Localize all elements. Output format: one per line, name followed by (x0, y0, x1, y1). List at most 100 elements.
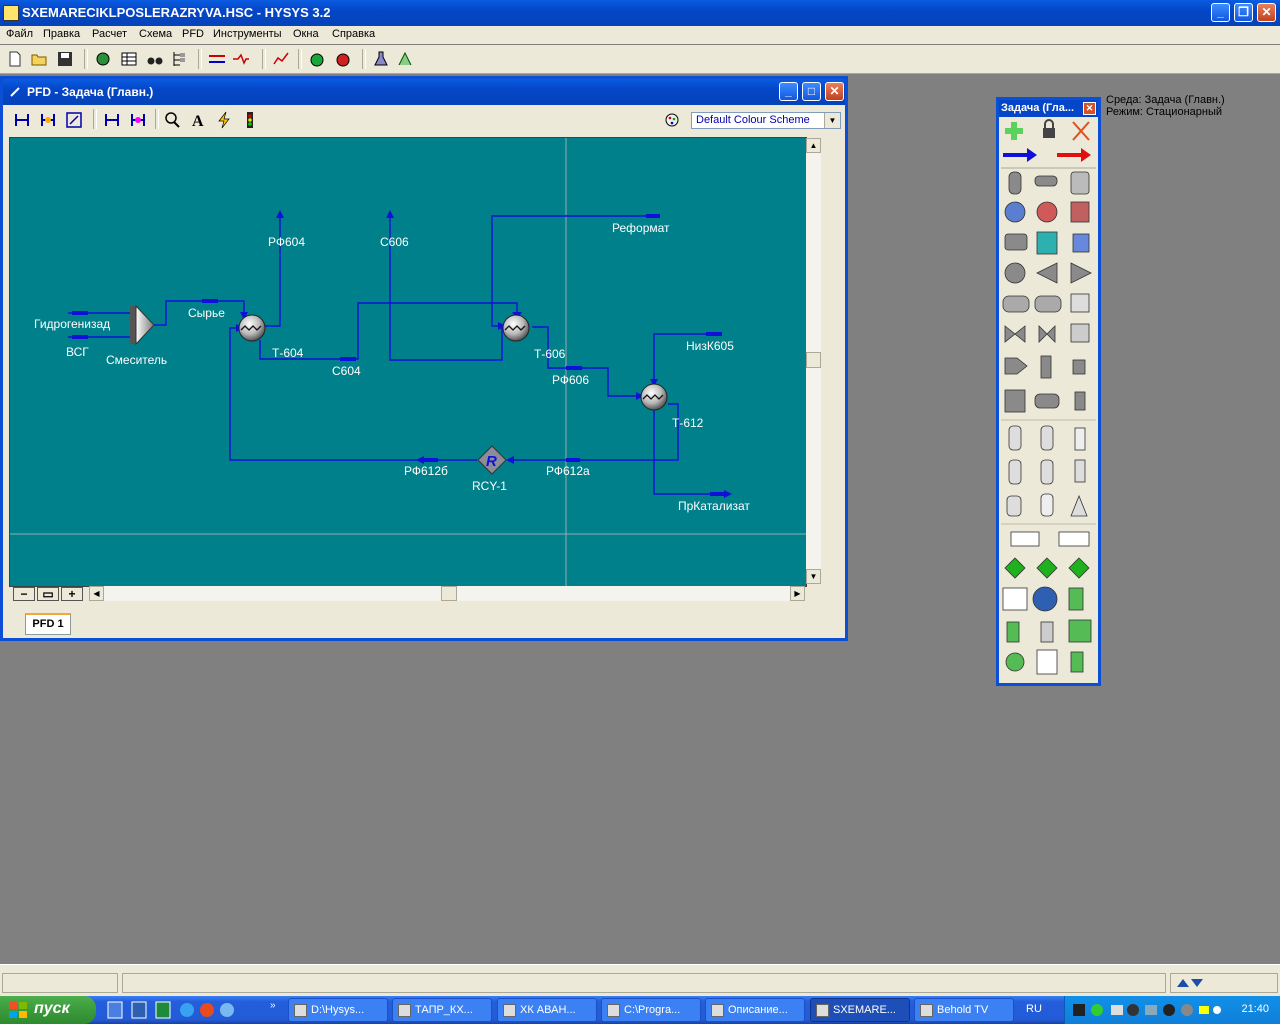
menu-flowsheet[interactable]: Схема (139, 28, 172, 40)
label-gidrogenizad[interactable]: Гидрогенизад (34, 317, 110, 331)
browser-icon[interactable] (220, 1003, 234, 1017)
label-rf604[interactable]: РФ604 (268, 235, 305, 249)
taskbar-item-tapr[interactable]: ТАПР_КХ... (392, 998, 492, 1022)
label-t612[interactable]: Т-612 (672, 416, 704, 430)
scroll-left-icon[interactable]: ◀ (89, 586, 104, 601)
selector-icon[interactable] (1068, 619, 1092, 643)
label-s604[interactable]: С604 (332, 364, 361, 378)
new-file-icon[interactable] (6, 50, 24, 68)
heat-exchanger-t604[interactable] (238, 314, 266, 342)
text-label-icon[interactable]: A (189, 111, 207, 129)
connection-icon[interactable] (1145, 1005, 1157, 1015)
tree-navigator-icon[interactable] (170, 50, 188, 68)
minimize-button[interactable]: _ (1211, 3, 1230, 22)
desktop-icon[interactable] (107, 1001, 123, 1019)
save-icon[interactable] (56, 50, 74, 68)
size-mode-icon[interactable] (13, 111, 31, 129)
pfd-close-button[interactable]: ✕ (825, 82, 844, 101)
balance-icon[interactable] (1032, 586, 1058, 612)
word-icon[interactable] (131, 1001, 147, 1019)
solver-holding-icon[interactable] (334, 50, 352, 68)
menu-file[interactable]: Файл (6, 28, 33, 40)
equilibrium-reactor-icon[interactable] (1074, 391, 1086, 411)
lightning-icon[interactable] (215, 111, 233, 129)
horizontal-scroll-thumb[interactable] (441, 586, 457, 601)
heat-exchanger-palette-icon[interactable] (1004, 201, 1026, 223)
menu-windows[interactable]: Окна (293, 28, 319, 40)
material-stream-palette-icon[interactable] (1003, 148, 1037, 162)
scroll-up-icon[interactable]: ▲ (806, 138, 821, 153)
media-player-icon[interactable] (200, 1003, 214, 1017)
taskbar-item-opisanie[interactable]: Описание... (705, 998, 805, 1022)
stream-rf612a[interactable] (510, 403, 679, 461)
fired-heater-icon[interactable] (1036, 231, 1058, 255)
palette-close-icon[interactable]: ✕ (1083, 102, 1096, 115)
component-splitter-column-icon[interactable] (1040, 493, 1054, 517)
heat-exchanger-t612[interactable] (640, 383, 668, 411)
relief-valve-icon[interactable] (1038, 325, 1056, 343)
cancel-icon[interactable] (1072, 121, 1090, 141)
menu-help[interactable]: Справка (332, 28, 375, 40)
absorber-icon[interactable] (1008, 425, 1022, 451)
label-nizk605[interactable]: НизК605 (686, 339, 734, 353)
three-phase-separator-icon[interactable] (1034, 175, 1058, 187)
label-vsg[interactable]: ВСГ (66, 345, 89, 359)
label-s606[interactable]: С606 (380, 235, 409, 249)
recycle-unit[interactable]: R (477, 445, 507, 475)
scroll-down-icon[interactable]: ▼ (806, 569, 821, 584)
stream-rf604[interactable] (262, 216, 281, 327)
tee-icon[interactable] (1070, 323, 1090, 343)
three-phase-distillation-icon[interactable] (1074, 459, 1086, 483)
digital-point-icon[interactable] (1040, 621, 1054, 643)
pfd-minimize-button[interactable]: _ (779, 82, 798, 101)
zoom-out-button[interactable]: − (13, 587, 35, 601)
refluxed-absorber-icon[interactable] (1008, 459, 1022, 485)
recycle-palette-icon[interactable] (1068, 557, 1090, 579)
reciprocating-compressor-icon[interactable] (1034, 295, 1062, 313)
adjust-icon[interactable] (1004, 557, 1026, 579)
heater-icon[interactable] (1036, 201, 1058, 223)
start-button[interactable]: пуск (0, 996, 96, 1024)
menu-simulation[interactable]: Расчет (92, 28, 127, 40)
binoculars-icon[interactable] (146, 50, 164, 68)
splitter-icon[interactable] (1040, 355, 1052, 379)
transfer-function-icon[interactable] (1005, 652, 1025, 672)
reactor-icon[interactable] (1004, 389, 1026, 413)
label-reformat[interactable]: Реформат (612, 221, 670, 235)
taskbar-item-hk-avan[interactable]: ХК АВАН... (497, 998, 597, 1022)
expander-icon[interactable] (1070, 262, 1092, 284)
pfd-vertical-scrollbar[interactable]: ▲ ▼ (806, 138, 821, 584)
set-icon[interactable] (1036, 557, 1058, 579)
scroll-right-icon[interactable]: ▶ (790, 586, 805, 601)
cooler-icon[interactable] (1070, 201, 1090, 223)
heat-exchanger-t606[interactable] (502, 314, 530, 342)
lock-icon[interactable] (1043, 119, 1055, 138)
menu-tools[interactable]: Инструменты (213, 28, 282, 40)
liquid-extractor-icon[interactable] (1006, 495, 1022, 517)
vertical-scroll-thumb[interactable] (806, 352, 821, 368)
label-rf606[interactable]: РФ606 (552, 373, 589, 387)
printer-icon[interactable] (1111, 1005, 1123, 1015)
valve-icon[interactable] (1004, 325, 1026, 343)
colour-scheme-icon[interactable] (663, 111, 681, 129)
pfd-horizontal-scrollbar[interactable]: ◀ ▶ (89, 586, 805, 601)
pfd-canvas[interactable]: R РФ604 С606 Реформат Гидрогенизад ВСГ С… (9, 137, 807, 587)
excel-icon[interactable] (155, 1001, 171, 1019)
distillation-icon[interactable] (1040, 459, 1054, 485)
reboiled-absorber-icon[interactable] (1040, 425, 1054, 451)
zoom-fit-icon[interactable] (65, 111, 83, 129)
taskbar-item-hysys-folder[interactable]: D:\Hysys... (288, 998, 388, 1022)
spreadsheet-icon[interactable] (1002, 587, 1028, 611)
zoom-in-button[interactable]: + (61, 587, 83, 601)
custom-column-icon[interactable] (1058, 531, 1090, 547)
label-rf612b[interactable]: РФ612б (404, 464, 448, 478)
pfd-maximize-button[interactable]: □ (802, 82, 821, 101)
taskbar-item-hysys[interactable]: SXEMARE... (810, 998, 910, 1022)
workbook-icon[interactable] (120, 50, 138, 68)
attach-mode-icon[interactable] (103, 111, 121, 129)
flask-icon[interactable] (372, 50, 390, 68)
add-object-icon[interactable] (1005, 122, 1023, 140)
pfr-icon[interactable] (1034, 393, 1060, 409)
separator-vessel-icon[interactable] (1008, 171, 1022, 195)
surge-controller-icon[interactable] (1070, 651, 1084, 673)
